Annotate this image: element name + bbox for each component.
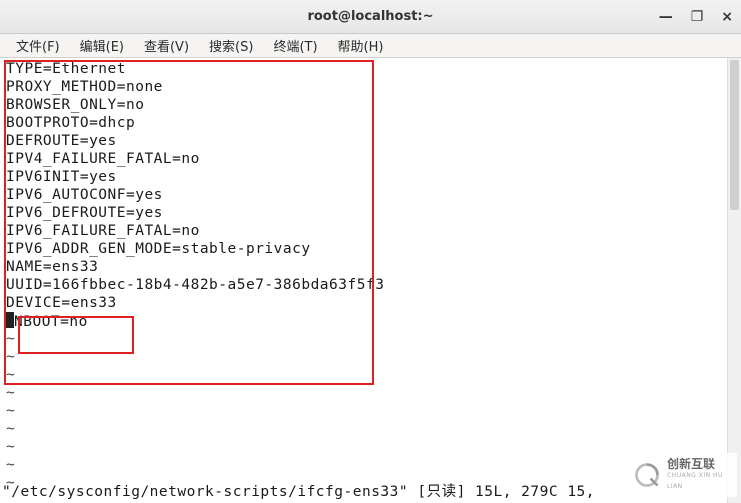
terminal-viewport[interactable]: TYPE=EthernetPROXY_METHOD=noneBROWSER_ON…: [4, 58, 735, 503]
file-line: IPV6_DEFROUTE=yes: [6, 204, 733, 222]
file-line: IPV6INIT=yes: [6, 168, 733, 186]
file-line: NAME=ens33: [6, 258, 733, 276]
terminal-content[interactable]: TYPE=EthernetPROXY_METHOD=noneBROWSER_ON…: [6, 60, 733, 501]
vim-status-line: "/etc/sysconfig/network-scripts/ifcfg-en…: [2, 480, 595, 501]
file-line: TYPE=Ethernet: [6, 60, 733, 78]
vim-empty-line: ~: [6, 420, 733, 438]
window-title: root@localhost:~: [307, 9, 433, 24]
menu-search[interactable]: 搜索(S): [199, 34, 263, 57]
vim-empty-line: ~: [6, 348, 733, 366]
file-line: IPV6_ADDR_GEN_MODE=stable-privacy: [6, 240, 733, 258]
file-line: IPV6_FAILURE_FATAL=no: [6, 222, 733, 240]
window-titlebar: root@localhost:~ — ❐ ×: [0, 0, 741, 34]
menu-help[interactable]: 帮助(H): [328, 34, 394, 57]
file-line: IPV4_FAILURE_FATAL=no: [6, 150, 733, 168]
minimize-button[interactable]: —: [659, 9, 673, 25]
vim-empty-line: ~: [6, 366, 733, 384]
vim-empty-line: ~: [6, 402, 733, 420]
file-line-onboot: NBOOT=no: [6, 312, 733, 330]
menu-edit[interactable]: 编辑(E): [70, 34, 134, 57]
file-line: IPV6_AUTOCONF=yes: [6, 186, 733, 204]
menubar: 文件(F) 编辑(E) 查看(V) 搜索(S) 终端(T) 帮助(H): [0, 34, 741, 58]
menu-file[interactable]: 文件(F): [6, 34, 70, 57]
maximize-button[interactable]: ❐: [691, 9, 704, 25]
vim-empty-line: ~: [6, 330, 733, 348]
text-cursor: [6, 312, 14, 328]
scrollbar-thumb[interactable]: [730, 60, 739, 210]
window-controls: — ❐ ×: [659, 0, 733, 34]
menu-view[interactable]: 查看(V): [134, 34, 199, 57]
vim-empty-line: ~: [6, 456, 733, 474]
close-button[interactable]: ×: [721, 9, 733, 25]
file-line: PROXY_METHOD=none: [6, 78, 733, 96]
file-line: BROWSER_ONLY=no: [6, 96, 733, 114]
vim-empty-line: ~: [6, 438, 733, 456]
file-line: BOOTPROTO=dhcp: [6, 114, 733, 132]
file-line: UUID=166fbbec-18b4-482b-a5e7-386bda63f5f…: [6, 276, 733, 294]
menu-terminal[interactable]: 终端(T): [263, 34, 327, 57]
vertical-scrollbar[interactable]: [727, 58, 741, 503]
file-line: DEVICE=ens33: [6, 294, 733, 312]
file-line: DEFROUTE=yes: [6, 132, 733, 150]
vim-empty-line: ~: [6, 384, 733, 402]
